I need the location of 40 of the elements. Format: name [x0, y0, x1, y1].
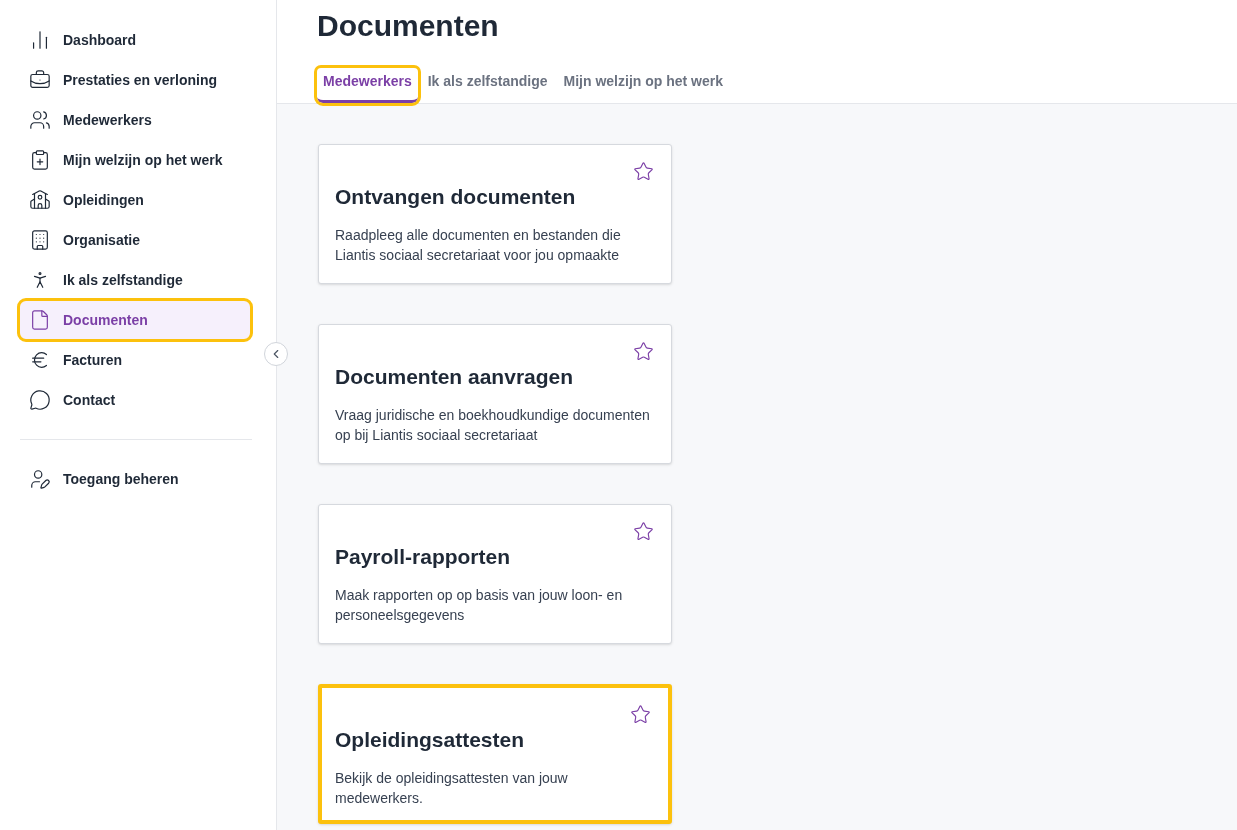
file-icon — [29, 309, 51, 331]
briefcase-icon — [29, 69, 51, 91]
card-description: Bekijk de opleidingsattesten van jouw medewerkers. — [335, 769, 569, 808]
nav-item[interactable]: Organisatie — [20, 221, 250, 259]
nav-item[interactable]: Documenten — [20, 301, 250, 339]
tab[interactable]: Ik als zelfstandige — [421, 68, 554, 103]
card-description: Vraag juridische en boekhoudkundige documenten op bij Liantis sociaal secretariaat — [335, 406, 651, 445]
nav-item[interactable]: Toegang beheren — [20, 460, 250, 498]
star-icon[interactable] — [630, 704, 651, 725]
star-icon[interactable] — [633, 341, 654, 362]
building-icon — [29, 229, 51, 251]
card-description: Maak rapporten op op basis van jouw loon- en personeelsgegevens — [335, 586, 624, 625]
star-icon[interactable] — [633, 521, 654, 542]
document-card[interactable]: Payroll-rapporten Maak rapporten op op basis van jouw loon- en personeelsgegevens — [318, 504, 672, 644]
nav-item[interactable]: Medewerkers — [20, 101, 250, 139]
card-title: Payroll-rapporten — [335, 544, 512, 570]
document-card[interactable]: Documenten aanvragen Vraag juridische en boekhoudkundige documenten op bij Liantis sociaal secretariaat — [318, 324, 672, 464]
people-icon — [29, 109, 51, 131]
clipboard-plus-icon — [29, 149, 51, 171]
star-icon[interactable] — [633, 161, 654, 182]
collapse-button[interactable] — [264, 342, 288, 366]
tab[interactable]: Medewerkers — [317, 68, 418, 103]
card-title: Documenten aanvragen — [335, 364, 575, 390]
nav-item[interactable]: Contact — [20, 381, 250, 419]
document-card[interactable]: Opleidingsattesten Bekijk de opleidingsattesten van jouw medewerkers. — [318, 684, 672, 824]
document-card[interactable]: Ontvangen documenten Raadpleeg alle documenten en bestanden die Liantis sociaal secretariaat voor jou opmaakte — [318, 144, 672, 284]
nav-item[interactable]: Ik als zelfstandige — [20, 261, 250, 299]
user-pen-icon — [29, 468, 51, 490]
nav-item[interactable]: Opleidingen — [20, 181, 250, 219]
tab[interactable]: Mijn welzijn op het werk — [557, 68, 729, 103]
nav-item[interactable]: Mijn welzijn op het werk — [20, 141, 250, 179]
nav-item[interactable]: Facturen — [20, 341, 250, 379]
card-title: Opleidingsattesten — [335, 727, 526, 753]
speech-bubble-icon — [29, 389, 51, 411]
school-icon — [29, 189, 51, 211]
nav-item[interactable]: Dashboard — [20, 21, 250, 59]
nav-item[interactable]: Prestaties en verloning — [20, 61, 250, 99]
page-title: Documenten — [317, 8, 500, 44]
card-description: Raadpleeg alle documenten en bestanden die Liantis sociaal secretariaat voor jou opmaakte — [335, 226, 622, 265]
card-title: Ontvangen documenten — [335, 184, 577, 210]
